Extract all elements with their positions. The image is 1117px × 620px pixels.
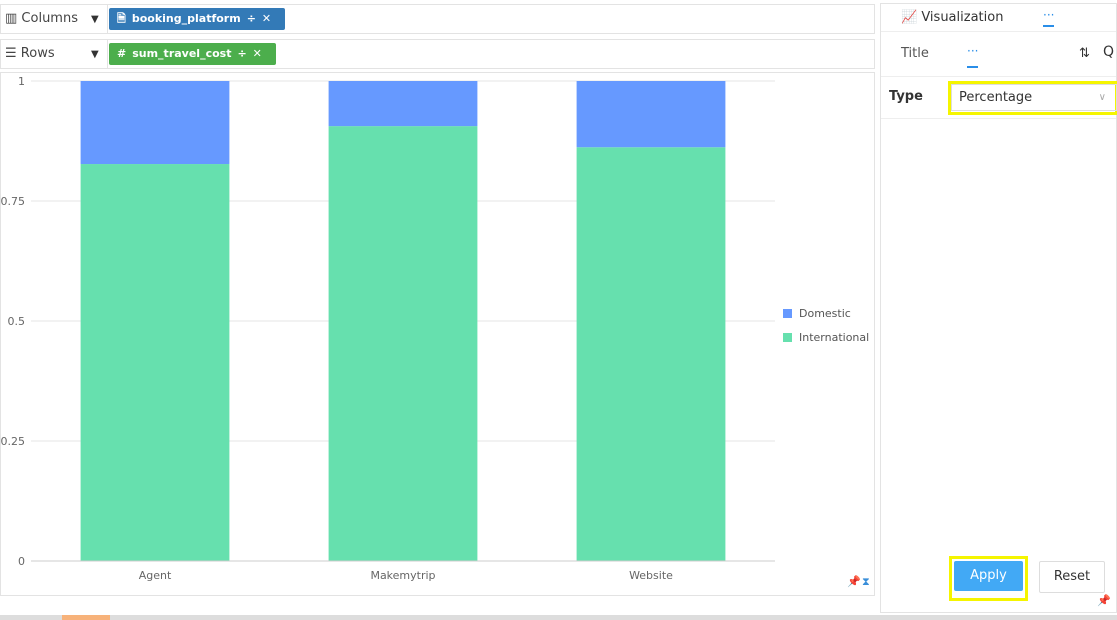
- close-icon[interactable]: ✕: [262, 12, 271, 25]
- search-icon[interactable]: Q: [1103, 44, 1114, 60]
- hourglass-icon: ⧗: [862, 575, 870, 588]
- pin-icon[interactable]: 📌: [847, 575, 861, 588]
- legend-label: International: [799, 331, 869, 344]
- columns-caret-icon[interactable]: ▼: [91, 14, 99, 25]
- apply-button[interactable]: Apply: [954, 561, 1023, 591]
- close-icon[interactable]: ✕: [253, 47, 262, 60]
- y-tick-label: 1: [18, 75, 25, 88]
- y-tick-label: 0.25: [1, 435, 25, 448]
- bar-international: [576, 147, 726, 561]
- bar-international: [80, 164, 230, 561]
- legend-label: Domestic: [799, 307, 851, 320]
- stacked-bar-chart: 0 0.25 0.5 0.75 1 Agent Makemytrip Website Domes…: [1, 75, 870, 582]
- legend-swatch: [783, 333, 792, 342]
- chart-area: 0 0.25 0.5 0.75 1 Agent Makemytrip Website Domes…: [0, 72, 875, 596]
- bar-domestic: [80, 81, 230, 165]
- tab-more[interactable]: ···: [1043, 8, 1055, 27]
- rows-label: ☰ Rows: [5, 46, 55, 61]
- bar-international: [328, 126, 478, 561]
- booking-platform-pill[interactable]: 🗎 booking_platform ÷ ✕: [109, 8, 286, 30]
- x-tick-label: Agent: [139, 569, 172, 582]
- bar-domestic: [328, 81, 478, 127]
- x-tick-label: Website: [629, 569, 673, 582]
- file-icon: 🗎: [117, 12, 126, 25]
- bar-domestic: [576, 81, 726, 148]
- x-tick-label: Makemytrip: [370, 569, 435, 582]
- rows-caret-icon[interactable]: ▼: [91, 49, 99, 60]
- sort-icon[interactable]: ÷: [237, 47, 246, 60]
- y-tick-label: 0.75: [1, 195, 25, 208]
- columns-shelf: ▥ Columns ▼ 🗎 booking_platform ÷ ✕: [0, 4, 875, 34]
- columns-label: ▥ Columns: [5, 11, 78, 26]
- chevron-down-icon: ∨: [1098, 92, 1106, 103]
- legend-swatch: [783, 309, 792, 318]
- sum-travel-cost-pill[interactable]: # sum_travel_cost ÷ ✕: [109, 43, 276, 65]
- y-tick-label: 0.5: [8, 315, 26, 328]
- y-tick-label: 0: [18, 555, 25, 568]
- pin-icon[interactable]: 📌: [1097, 594, 1111, 607]
- settings-panel: 📈 Visualization ··· Title ··· ⇅ Q Type P…: [880, 3, 1117, 613]
- rows-shelf: ☰ Rows ▼ # sum_travel_cost ÷ ✕: [0, 39, 875, 69]
- tab-visualization[interactable]: 📈 Visualization: [901, 10, 1003, 25]
- horizontal-scrollbar[interactable]: [0, 615, 1117, 620]
- hash-icon: #: [117, 47, 127, 60]
- reset-button[interactable]: Reset: [1039, 561, 1105, 593]
- subtab-more[interactable]: ···: [967, 44, 979, 68]
- sort-icon[interactable]: ÷: [247, 12, 256, 25]
- subtab-title[interactable]: Title: [901, 46, 929, 61]
- type-label: Type: [889, 89, 923, 104]
- sort-icon[interactable]: ⇅: [1079, 46, 1090, 61]
- type-select[interactable]: Percentage ∨: [951, 84, 1117, 111]
